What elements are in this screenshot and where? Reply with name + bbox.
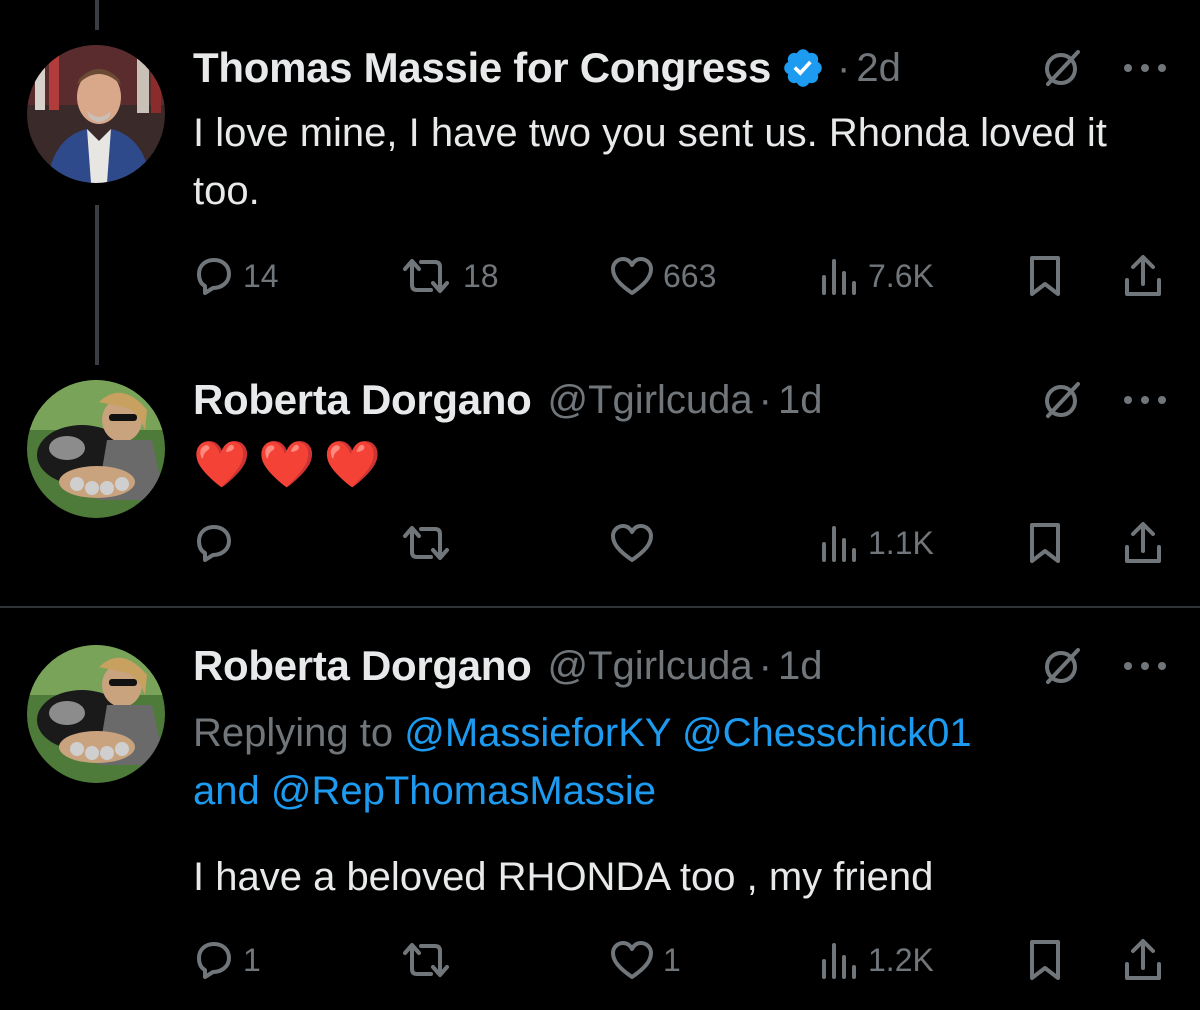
display-name[interactable]: Thomas Massie for Congress — [193, 44, 771, 92]
verified-icon — [784, 49, 822, 87]
share-button[interactable] — [1121, 519, 1165, 567]
share-icon — [1125, 939, 1161, 980]
avatar[interactable] — [27, 45, 165, 183]
time-separator: · — [758, 643, 772, 688]
bookmark-button[interactable] — [1025, 252, 1065, 300]
tweet-text: I have a beloved RHONDA too , my friend — [193, 855, 934, 899]
grok-icon[interactable] — [1040, 378, 1084, 422]
more-icon[interactable] — [1120, 58, 1170, 78]
reply-count: 1 — [243, 941, 261, 978]
views-icon — [822, 526, 856, 562]
bookmark-button[interactable] — [1025, 519, 1065, 567]
replying-prefix: Replying to — [193, 711, 394, 755]
views-icon — [822, 259, 856, 295]
like-count: 663 — [663, 257, 717, 294]
reply-icon — [197, 258, 231, 295]
like-button[interactable] — [609, 519, 663, 567]
repost-button[interactable] — [397, 519, 463, 567]
tweet-header: Roberta Dorgano @Tgirlcuda · 1d — [193, 376, 822, 424]
tweet-actions: 1.1K — [193, 519, 1173, 567]
tweet-top-actions — [1040, 378, 1170, 422]
avatar[interactable] — [27, 645, 165, 783]
handle[interactable]: @Tgirlcuda — [548, 644, 753, 689]
like-count: 1 — [663, 941, 681, 978]
like-icon — [611, 524, 653, 562]
like-icon — [611, 941, 653, 979]
bookmark-icon — [1030, 523, 1060, 563]
views-count: 7.6K — [868, 257, 934, 294]
like-icon — [611, 257, 653, 295]
grok-icon[interactable] — [1040, 644, 1084, 688]
repost-count: 18 — [463, 257, 499, 294]
reply-button[interactable] — [193, 519, 243, 567]
tweet-text: I love mine, I have two you sent us. Rho… — [193, 111, 1107, 213]
more-icon[interactable] — [1120, 390, 1170, 410]
avatar[interactable] — [27, 380, 165, 518]
repost-icon — [403, 259, 449, 293]
reply-icon — [197, 942, 231, 979]
bookmark-icon — [1030, 256, 1060, 296]
tweet-header: Thomas Massie for Congress · 2d — [193, 44, 901, 92]
replying-to: Replying to @MassieforKY @Chesschick01 a… — [193, 704, 1143, 820]
repost-button[interactable] — [397, 936, 463, 984]
reply-button[interactable]: 14 — [193, 252, 279, 300]
thread-line — [95, 205, 99, 365]
timestamp[interactable]: 1d — [778, 644, 823, 689]
display-name[interactable]: Roberta Dorgano — [193, 376, 532, 424]
tweet-actions: 1 1 1.2K — [193, 936, 1173, 984]
handle[interactable]: @Tgirlcuda — [548, 378, 753, 423]
views-button[interactable]: 7.6K — [818, 252, 934, 300]
repost-icon — [403, 526, 449, 560]
share-icon — [1125, 522, 1161, 563]
views-count: 1.2K — [868, 941, 934, 978]
tweet-top-actions — [1040, 46, 1170, 90]
time-separator: · — [837, 45, 851, 90]
share-button[interactable] — [1121, 252, 1165, 300]
reply-icon — [197, 525, 231, 562]
display-name[interactable]: Roberta Dorgano — [193, 642, 532, 690]
tweet-actions: 14 18 663 7.6K — [193, 252, 1173, 300]
share-button[interactable] — [1121, 936, 1165, 984]
tweet-top-actions — [1040, 644, 1170, 688]
mention-and: and — [193, 769, 260, 813]
views-count: 1.1K — [868, 524, 934, 561]
time-separator: · — [758, 377, 772, 422]
mention-link[interactable]: @Chesschick01 — [682, 711, 972, 755]
bookmark-icon — [1030, 940, 1060, 980]
timestamp[interactable]: 1d — [778, 378, 823, 423]
views-button[interactable]: 1.1K — [818, 519, 934, 567]
grok-icon[interactable] — [1040, 46, 1084, 90]
thread-line-top — [95, 0, 99, 30]
bookmark-button[interactable] — [1025, 936, 1065, 984]
share-icon — [1125, 255, 1161, 296]
mention-link[interactable]: @RepThomasMassie — [271, 769, 656, 813]
views-button[interactable]: 1.2K — [818, 936, 934, 984]
tweet-divider — [0, 606, 1200, 608]
repost-icon — [403, 943, 449, 977]
like-button[interactable]: 1 — [609, 936, 681, 984]
like-button[interactable]: 663 — [609, 252, 716, 300]
tweet-header: Roberta Dorgano @Tgirlcuda · 1d — [193, 642, 822, 690]
timestamp[interactable]: 2d — [856, 46, 901, 91]
reply-count: 14 — [243, 257, 279, 294]
repost-button[interactable]: 18 — [397, 252, 499, 300]
tweet-text: ❤️❤️❤️ — [193, 438, 389, 490]
views-icon — [822, 943, 856, 979]
mention-link[interactable]: @MassieforKY — [404, 711, 671, 755]
reply-button[interactable]: 1 — [193, 936, 261, 984]
more-icon[interactable] — [1120, 656, 1170, 676]
